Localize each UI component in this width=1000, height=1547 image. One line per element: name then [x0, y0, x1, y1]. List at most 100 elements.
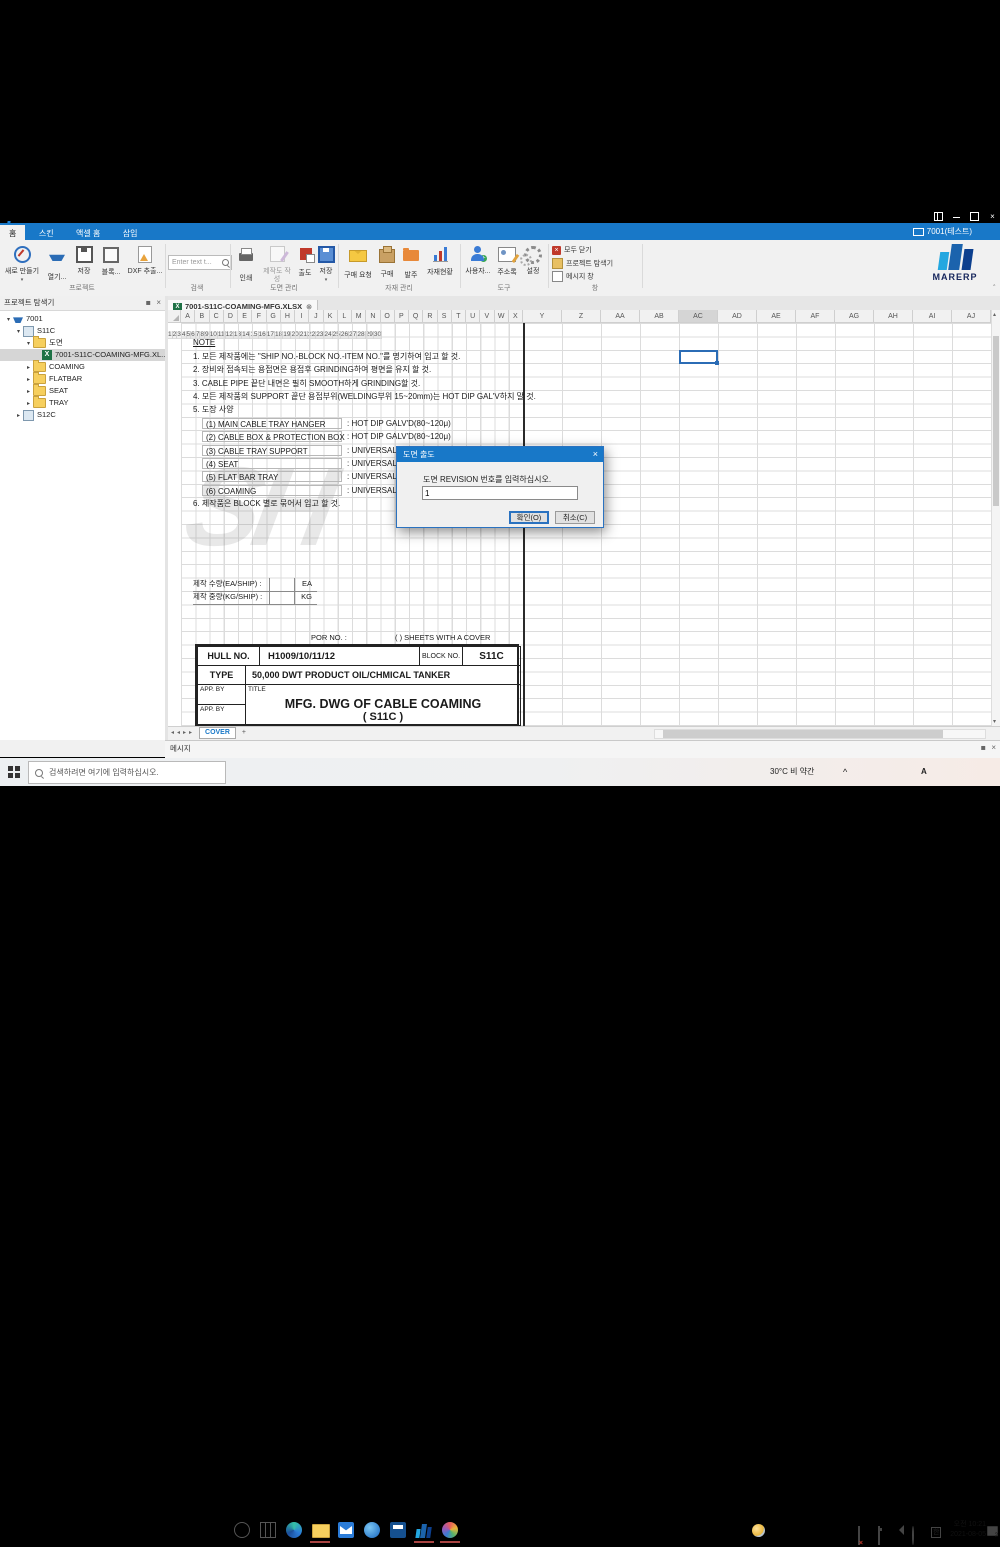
column-header[interactable]: Z: [562, 310, 601, 323]
open-button[interactable]: 열기...: [44, 244, 70, 282]
mail-icon[interactable]: [338, 1522, 354, 1538]
column-header[interactable]: Q: [409, 310, 423, 323]
column-header[interactable]: AA: [601, 310, 640, 323]
prev-sheet-icon[interactable]: ◂: [177, 729, 180, 736]
tree-item-coaming[interactable]: ▸COAMING: [0, 361, 189, 373]
column-header[interactable]: J: [309, 310, 323, 323]
column-header[interactable]: AH: [874, 310, 913, 323]
column-header[interactable]: AG: [835, 310, 874, 323]
column-header[interactable]: AB: [640, 310, 679, 323]
column-header[interactable]: AE: [757, 310, 796, 323]
column-header[interactable]: AF: [796, 310, 835, 323]
order-button[interactable]: 발주: [400, 244, 422, 280]
tree-item-project[interactable]: ▾7001: [0, 313, 169, 325]
maximize-button[interactable]: [970, 212, 979, 221]
panel-close-icon[interactable]: ×: [156, 296, 161, 310]
material-status-button[interactable]: 자재현황: [424, 244, 456, 277]
cortana-icon[interactable]: [234, 1522, 250, 1538]
column-header[interactable]: U: [466, 310, 480, 323]
block-button[interactable]: 블록...: [98, 244, 124, 277]
app-icon-paint[interactable]: [442, 1522, 458, 1538]
purchase-request-button[interactable]: 구매 요청: [342, 244, 374, 280]
network-icon[interactable]: ×: [858, 1526, 860, 1545]
column-header[interactable]: K: [324, 310, 338, 323]
close-all-button[interactable]: ×모두 닫기: [552, 245, 592, 257]
column-header[interactable]: M: [352, 310, 366, 323]
chevron-right-icon[interactable]: ▸: [14, 410, 23, 422]
qty-input-cell[interactable]: [269, 578, 295, 591]
calculator-icon[interactable]: [390, 1522, 406, 1538]
revision-input[interactable]: [422, 486, 578, 500]
column-header[interactable]: B: [195, 310, 209, 323]
column-header[interactable]: F: [252, 310, 266, 323]
scroll-up-icon[interactable]: ▴: [993, 311, 996, 318]
ime-latin-indicator[interactable]: A: [921, 758, 927, 786]
search-input[interactable]: Enter text t...: [168, 255, 232, 270]
start-button[interactable]: [8, 766, 20, 778]
clock[interactable]: 오전 10:212021-08-05: [950, 1520, 986, 1540]
column-header[interactable]: I: [295, 310, 309, 323]
column-header[interactable]: Y: [523, 310, 562, 323]
scrollbar-thumb[interactable]: [663, 730, 943, 738]
column-header[interactable]: AI: [913, 310, 952, 323]
scrollbar-thumb[interactable]: [993, 336, 999, 506]
task-view-icon[interactable]: [260, 1522, 276, 1538]
scroll-down-icon[interactable]: ▾: [993, 718, 996, 725]
pin-icon[interactable]: ▪: [981, 743, 986, 752]
next-sheet-icon[interactable]: ▸: [183, 729, 186, 736]
dialog-close-icon[interactable]: ×: [593, 447, 598, 462]
row-header[interactable]: 1: [168, 331, 173, 339]
column-header[interactable]: G: [267, 310, 281, 323]
hidden-icons-chevron[interactable]: ^: [843, 758, 847, 786]
vertical-scrollbar[interactable]: ▴▾: [991, 310, 1000, 726]
save-drawing-button[interactable]: 저장▾: [316, 244, 336, 284]
add-sheet-button[interactable]: +: [242, 729, 246, 736]
ime-korean-indicator[interactable]: 한: [931, 1527, 941, 1538]
column-header[interactable]: O: [381, 310, 395, 323]
cancel-button[interactable]: 취소(C): [555, 511, 595, 524]
edge-icon[interactable]: [286, 1522, 302, 1538]
save-project-button[interactable]: 저장: [72, 244, 96, 276]
app-icon-blue[interactable]: [364, 1522, 380, 1538]
battery-icon[interactable]: [878, 1526, 880, 1545]
print-button[interactable]: 인쇄: [234, 244, 258, 283]
dialog-titlebar[interactable]: 도면 출도×: [397, 447, 603, 462]
pin-icon[interactable]: ▪: [146, 296, 151, 310]
column-header[interactable]: AD: [718, 310, 757, 323]
column-header[interactable]: L: [338, 310, 352, 323]
tree-item-drawings[interactable]: ▾도면: [0, 337, 189, 349]
column-header[interactable]: C: [210, 310, 224, 323]
tree-item-seat[interactable]: ▸SEAT: [0, 385, 189, 397]
ok-button[interactable]: 확인(O): [509, 511, 549, 524]
purchase-button[interactable]: 구매: [376, 244, 398, 279]
weather-text[interactable]: 30°C 비 약간: [770, 758, 814, 786]
column-header[interactable]: E: [238, 310, 252, 323]
marerp-taskbar-icon[interactable]: [416, 1522, 432, 1538]
column-header[interactable]: P: [395, 310, 409, 323]
message-window-toggle[interactable]: 메시지 창: [552, 271, 594, 283]
weather-icon[interactable]: [752, 1524, 765, 1537]
dxf-export-button[interactable]: DXF 추출...: [126, 244, 164, 276]
settings-button[interactable]: 설정: [522, 244, 544, 276]
first-sheet-icon[interactable]: ◂: [171, 729, 174, 736]
ribbon-collapse-icon[interactable]: ˄: [993, 284, 997, 292]
tree-item-flatbar[interactable]: ▸FLATBAR: [0, 373, 189, 385]
panel-close-icon[interactable]: ×: [991, 743, 996, 752]
tree-item-s12c[interactable]: ▸S12C: [0, 409, 179, 421]
project-explorer-toggle[interactable]: 프로젝트 탐색기: [552, 258, 613, 270]
horizontal-scrollbar[interactable]: [654, 729, 986, 739]
tree-item-s11c[interactable]: ▾S11C: [0, 325, 179, 337]
sheet-tab-cover[interactable]: COVER: [199, 727, 236, 739]
create-drawing-button[interactable]: 제작도 작성: [260, 244, 294, 284]
notification-icon[interactable]: 2: [987, 1526, 998, 1536]
taskbar-search[interactable]: 검색하려면 여기에 입력하십시오.: [28, 761, 226, 784]
last-sheet-icon[interactable]: ▸: [189, 729, 192, 736]
column-header[interactable]: H: [281, 310, 295, 323]
column-header[interactable]: T: [452, 310, 466, 323]
addressbook-button[interactable]: 주소록: [494, 244, 520, 277]
users-button[interactable]: +사용자...: [464, 244, 492, 276]
column-header[interactable]: D: [224, 310, 238, 323]
column-header[interactable]: AJ: [952, 310, 991, 323]
new-project-button[interactable]: 새로 만들기▾: [2, 244, 42, 284]
language-icon[interactable]: [912, 1526, 914, 1545]
